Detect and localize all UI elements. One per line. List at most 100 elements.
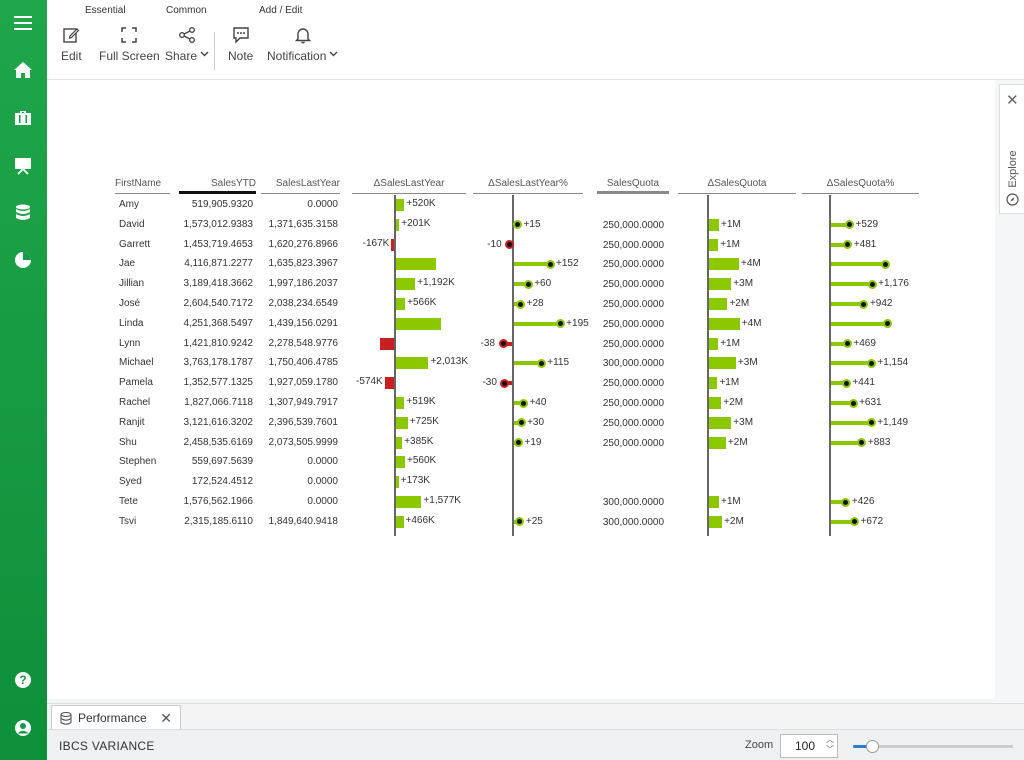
- home-icon[interactable]: [12, 59, 34, 81]
- cell-saleslastyear: 1,849,640.9418: [268, 515, 338, 527]
- chevron-down-icon: [329, 51, 338, 56]
- variance-label: +441: [852, 377, 875, 389]
- variance-pin-head: [498, 339, 508, 349]
- variance-bar: [709, 317, 740, 330]
- variance-label: +560K: [407, 455, 437, 467]
- cell-salesytd: 559,697.5639: [191, 456, 253, 468]
- pie-chart-icon[interactable]: [12, 249, 34, 271]
- notification-button[interactable]: Notification: [267, 26, 338, 63]
- fullscreen-button[interactable]: Full Screen: [99, 26, 160, 63]
- cell-salesquota: 250,000.0000: [602, 318, 664, 330]
- column-header[interactable]: ΔSalesQuota: [678, 176, 796, 194]
- spinner-icon[interactable]: ︿ ﹀: [826, 735, 834, 755]
- cell-firstname: David: [119, 218, 145, 230]
- cell-saleslastyear: 1,635,823.3967: [268, 258, 338, 270]
- variance-label: +385K: [404, 435, 434, 447]
- variance-pin-head: [518, 398, 528, 408]
- zoom-slider[interactable]: [853, 740, 1013, 753]
- variance-pin: [831, 282, 873, 287]
- cell-salesquota: 250,000.0000: [602, 417, 664, 429]
- tab-performance[interactable]: Performance ✕: [51, 705, 181, 730]
- cell-saleslastyear: 1,307,949.7917: [268, 397, 338, 408]
- close-tab-icon[interactable]: ✕: [160, 710, 172, 727]
- variance-bar: [391, 238, 394, 251]
- variance-label: +1,154: [877, 357, 909, 369]
- cell-salesytd: 3,121,616.3202: [183, 416, 253, 428]
- column-header[interactable]: SalesLastYear: [261, 176, 340, 194]
- cell-salesytd: 1,352,577.1325: [183, 377, 253, 389]
- note-button[interactable]: Note: [228, 26, 253, 63]
- column-header[interactable]: FirstName: [115, 176, 170, 194]
- status-bar: IBCS VARIANCE Zoom 100 ︿ ﹀: [47, 729, 1024, 760]
- cell-salesytd: 519,905.9320: [191, 199, 253, 210]
- column-header[interactable]: ΔSalesLastYear%: [473, 176, 583, 194]
- cell-saleslastyear: 1,439,156.0291: [268, 317, 338, 329]
- svg-text:?: ?: [19, 673, 26, 687]
- database-icon[interactable]: [12, 202, 34, 224]
- zoom-input[interactable]: 100 ︿ ﹀: [780, 734, 838, 758]
- variance-label: +1M: [721, 496, 741, 507]
- cell-salesquota: 250,000.0000: [602, 219, 664, 231]
- variance-pin-head: [555, 319, 565, 329]
- variance-pin-head: [841, 497, 851, 507]
- cell-salesquota: 250,000.0000: [602, 279, 664, 291]
- variance-bar: [709, 238, 719, 251]
- variance-label: +1M: [720, 238, 740, 250]
- variance-bar: [396, 298, 406, 310]
- presentation-icon[interactable]: [12, 155, 34, 177]
- zoom-slider-thumb[interactable]: [866, 740, 880, 753]
- variance-bar: [709, 397, 722, 409]
- variance-pin-head: [523, 279, 533, 289]
- column-header[interactable]: SalesYTD: [179, 176, 256, 194]
- database-icon: [60, 711, 72, 725]
- variance-label: +519K: [406, 396, 436, 407]
- variance-pin-head: [848, 398, 858, 408]
- close-icon[interactable]: ✕: [1006, 93, 1019, 108]
- column-header[interactable]: ΔSalesQuota%: [802, 176, 919, 194]
- briefcase-icon[interactable]: [12, 107, 34, 129]
- variance-bar: [380, 337, 394, 350]
- cell-firstname: Jae: [119, 258, 136, 270]
- variance-label: +2M: [729, 298, 750, 309]
- cell-firstname: Jillian: [119, 278, 145, 290]
- cell-firstname: Lynn: [119, 337, 141, 349]
- variance-label: +520K: [406, 198, 436, 209]
- explore-panel-tab[interactable]: ✕ Explore: [999, 84, 1024, 214]
- variance-bar: [396, 496, 422, 508]
- variance-label: +173K: [400, 475, 430, 487]
- variance-pin-head: [866, 358, 876, 368]
- cell-firstname: Amy: [119, 199, 139, 210]
- share-button[interactable]: Share: [165, 26, 209, 63]
- variance-label: +3M: [737, 357, 758, 369]
- cell-firstname: Syed: [119, 476, 142, 488]
- variance-pin: [831, 321, 887, 326]
- group-label-add-edit: Add / Edit: [259, 5, 303, 16]
- note-icon: [232, 27, 249, 44]
- cell-saleslastyear: 1,997,186.2037: [268, 278, 338, 290]
- variance-label: +4M: [741, 258, 761, 270]
- user-icon[interactable]: [12, 717, 34, 739]
- variance-label: +529: [855, 218, 879, 230]
- cell-salesquota: 250,000.0000: [602, 378, 664, 390]
- edit-button[interactable]: Edit: [61, 26, 82, 63]
- variance-label: +60: [534, 278, 552, 290]
- variance-bar: [709, 377, 718, 390]
- cell-saleslastyear: 2,396,539.7601: [268, 416, 338, 428]
- help-icon[interactable]: ?: [12, 669, 34, 691]
- cell-salesytd: 2,315,185.6110: [184, 515, 253, 527]
- variance-pin-head: [866, 418, 876, 428]
- column-header[interactable]: ΔSalesLastYear: [352, 176, 466, 194]
- variance-label: +25: [525, 515, 543, 527]
- menu-icon[interactable]: [12, 12, 34, 34]
- variance-bar: [396, 278, 416, 291]
- cell-salesytd: 2,458,535.6169: [183, 436, 253, 448]
- variance-label: +1M: [721, 218, 741, 230]
- cell-firstname: Rachel: [119, 397, 151, 408]
- variance-label: -30: [482, 377, 497, 389]
- cell-saleslastyear: 0.0000: [307, 456, 338, 468]
- variance-pin-head: [882, 319, 892, 329]
- variance-bar: [396, 515, 404, 528]
- cell-salesytd: 1,576,562.1966: [183, 496, 253, 507]
- column-header[interactable]: SalesQuota: [597, 176, 669, 194]
- variance-pin: [831, 361, 872, 366]
